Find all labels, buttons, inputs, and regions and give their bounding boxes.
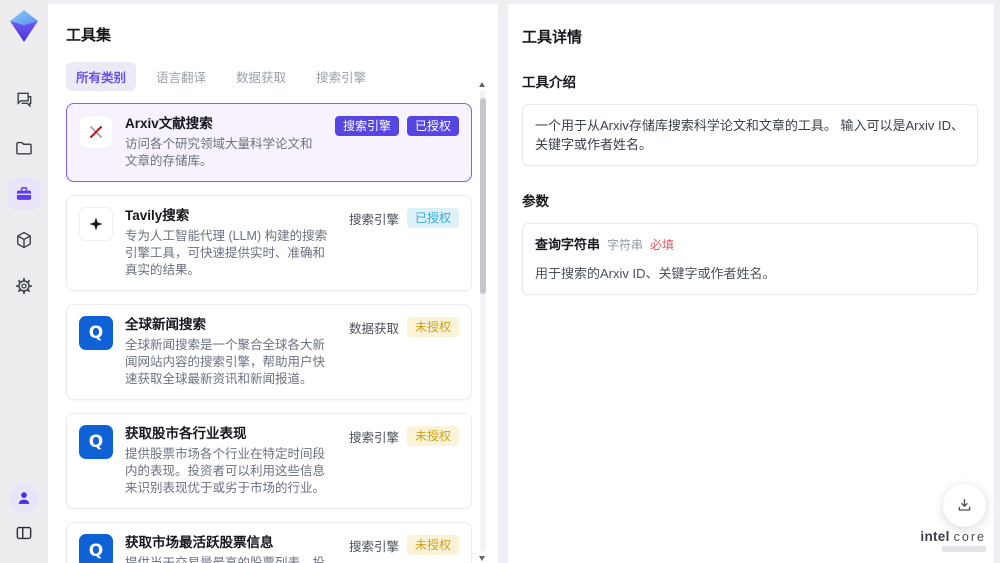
params-heading: 参数 — [522, 194, 549, 209]
auth-status-badge: 未授权 — [406, 426, 459, 446]
list-scrollbar[interactable] — [480, 90, 486, 552]
app-logo-icon — [7, 8, 41, 44]
tool-name: Arxiv文献搜索 — [125, 116, 213, 131]
category-label: 搜索引擎 — [348, 212, 399, 227]
cube-icon — [17, 231, 31, 249]
tool-description: 专为人工智能代理 (LLM) 构建的搜索引擎工具，可快速提供实时、准确和真实的结… — [125, 229, 328, 277]
sidebar-item-chat[interactable] — [7, 84, 41, 116]
sidebar-item-models[interactable] — [7, 224, 41, 256]
tool-card-arxiv[interactable]: Arxiv文献搜索 访问各个研究领域大量科学论文和文章的存储库。 搜索引擎 已授… — [66, 103, 472, 182]
news-q-icon: Q — [79, 425, 113, 459]
sidebar-item-settings[interactable] — [7, 270, 41, 302]
gear-icon — [15, 278, 32, 294]
category-label: 搜索引擎 — [348, 539, 399, 554]
brand-intel-text: intel — [920, 529, 950, 544]
tool-name: 获取市场最活跃股票信息 — [125, 535, 274, 550]
tool-card-sector-performance[interactable]: Q 获取股市各行业表现 提供股票市场各个行业在特定时间段内的表现。投资者可以利用… — [66, 413, 472, 509]
tool-description: 提供股票市场各个行业在特定时间段内的表现。投资者可以利用这些信息来识别表现优于或… — [125, 447, 326, 495]
folder-icon — [16, 141, 32, 155]
download-icon — [958, 498, 971, 511]
download-button[interactable] — [943, 484, 986, 527]
page-title: 工具集 — [66, 27, 112, 44]
tab-language-translation[interactable]: 语言翻译 — [146, 62, 216, 91]
category-badge: 搜索引擎 — [334, 116, 399, 136]
sidebar — [0, 0, 48, 563]
intro-heading: 工具介绍 — [522, 75, 576, 90]
scroll-up-arrow-icon[interactable] — [479, 82, 485, 87]
tool-name: 全球新闻搜索 — [125, 317, 206, 332]
tool-card-list: Arxiv文献搜索 访问各个研究领域大量科学论文和文章的存储库。 搜索引擎 已授… — [66, 103, 472, 563]
auth-status-badge: 未授权 — [406, 317, 459, 337]
auth-status-badge: 已授权 — [406, 116, 459, 136]
tool-description: 提供当天交易量最高的股票列表。投资者可以利用这些信息来识别流动性强的股票和潜在的… — [125, 556, 326, 563]
tool-list-panel: 工具集 所有类别 语言翻译 数据获取 搜索引擎 Arxiv文献搜索 访问各个研究… — [48, 4, 498, 563]
param-name: 查询字符串 — [535, 237, 601, 252]
intro-box: 一个用于从Arxiv存储库搜索科学论文和文章的工具。 输入可以是Arxiv ID… — [522, 104, 978, 166]
tool-name: Tavily搜索 — [125, 208, 190, 223]
detail-title: 工具详情 — [522, 29, 583, 46]
sidebar-item-toolbox-active[interactable] — [7, 178, 41, 210]
category-label: 数据获取 — [348, 321, 399, 336]
param-required-flag: 必填 — [650, 238, 675, 252]
param-type: 字符串 — [607, 238, 644, 252]
tab-all-categories[interactable]: 所有类别 — [66, 62, 137, 91]
intel-core-logo: intel core — [920, 529, 986, 552]
user-icon — [18, 492, 30, 504]
scrollbar-thumb[interactable] — [480, 98, 486, 294]
auth-status-badge: 未授权 — [406, 535, 459, 555]
category-tabs: 所有类别 语言翻译 数据获取 搜索引擎 — [66, 62, 480, 91]
chat-icon — [17, 92, 32, 108]
sidebar-item-account[interactable] — [9, 483, 39, 513]
arxiv-chi-icon — [79, 115, 113, 149]
scroll-down-arrow-icon[interactable] — [479, 556, 485, 561]
tool-name: 获取股市各行业表现 — [125, 426, 247, 441]
param-card: 查询字符串 字符串 必填 用于搜索的Arxiv ID、关键字或作者姓名。 — [522, 223, 978, 295]
tab-search-engine[interactable]: 搜索引擎 — [306, 62, 376, 91]
tool-card-tavily[interactable]: Tavily搜索 专为人工智能代理 (LLM) 构建的搜索引擎工具，可快速提供实… — [66, 195, 472, 291]
sparkle-icon — [79, 207, 113, 241]
tool-card-most-active-stocks[interactable]: Q 获取市场最活跃股票信息 提供当天交易量最高的股票列表。投资者可以利用这些信息… — [66, 522, 472, 563]
intro-text: 一个用于从Arxiv存储库搜索科学论文和文章的工具。 输入可以是Arxiv ID… — [535, 118, 965, 152]
brand-ultra-bar — [942, 546, 986, 552]
briefcase-icon — [16, 187, 32, 200]
category-label: 搜索引擎 — [348, 430, 399, 445]
param-description: 用于搜索的Arxiv ID、关键字或作者姓名。 — [535, 266, 776, 281]
auth-status-badge: 已授权 — [406, 208, 459, 228]
tool-description: 访问各个研究领域大量科学论文和文章的存储库。 — [125, 137, 313, 168]
layout-panel-icon — [16, 526, 32, 540]
sidebar-item-collapse[interactable] — [7, 517, 41, 549]
news-q-icon: Q — [79, 316, 113, 350]
brand-core-text: core — [953, 530, 986, 544]
news-q-icon: Q — [79, 534, 113, 563]
sidebar-item-files[interactable] — [7, 132, 41, 164]
tab-data-acquisition[interactable]: 数据获取 — [226, 62, 296, 91]
tool-card-global-news[interactable]: Q 全球新闻搜索 全球新闻搜索是一个聚合全球各大新闻网站内容的搜索引擎，帮助用户… — [66, 304, 472, 400]
tool-detail-panel: 工具详情 工具介绍 一个用于从Arxiv存储库搜索科学论文和文章的工具。 输入可… — [508, 4, 994, 563]
tool-description: 全球新闻搜索是一个聚合全球各大新闻网站内容的搜索引擎，帮助用户快速获取全球最新资… — [125, 338, 326, 386]
